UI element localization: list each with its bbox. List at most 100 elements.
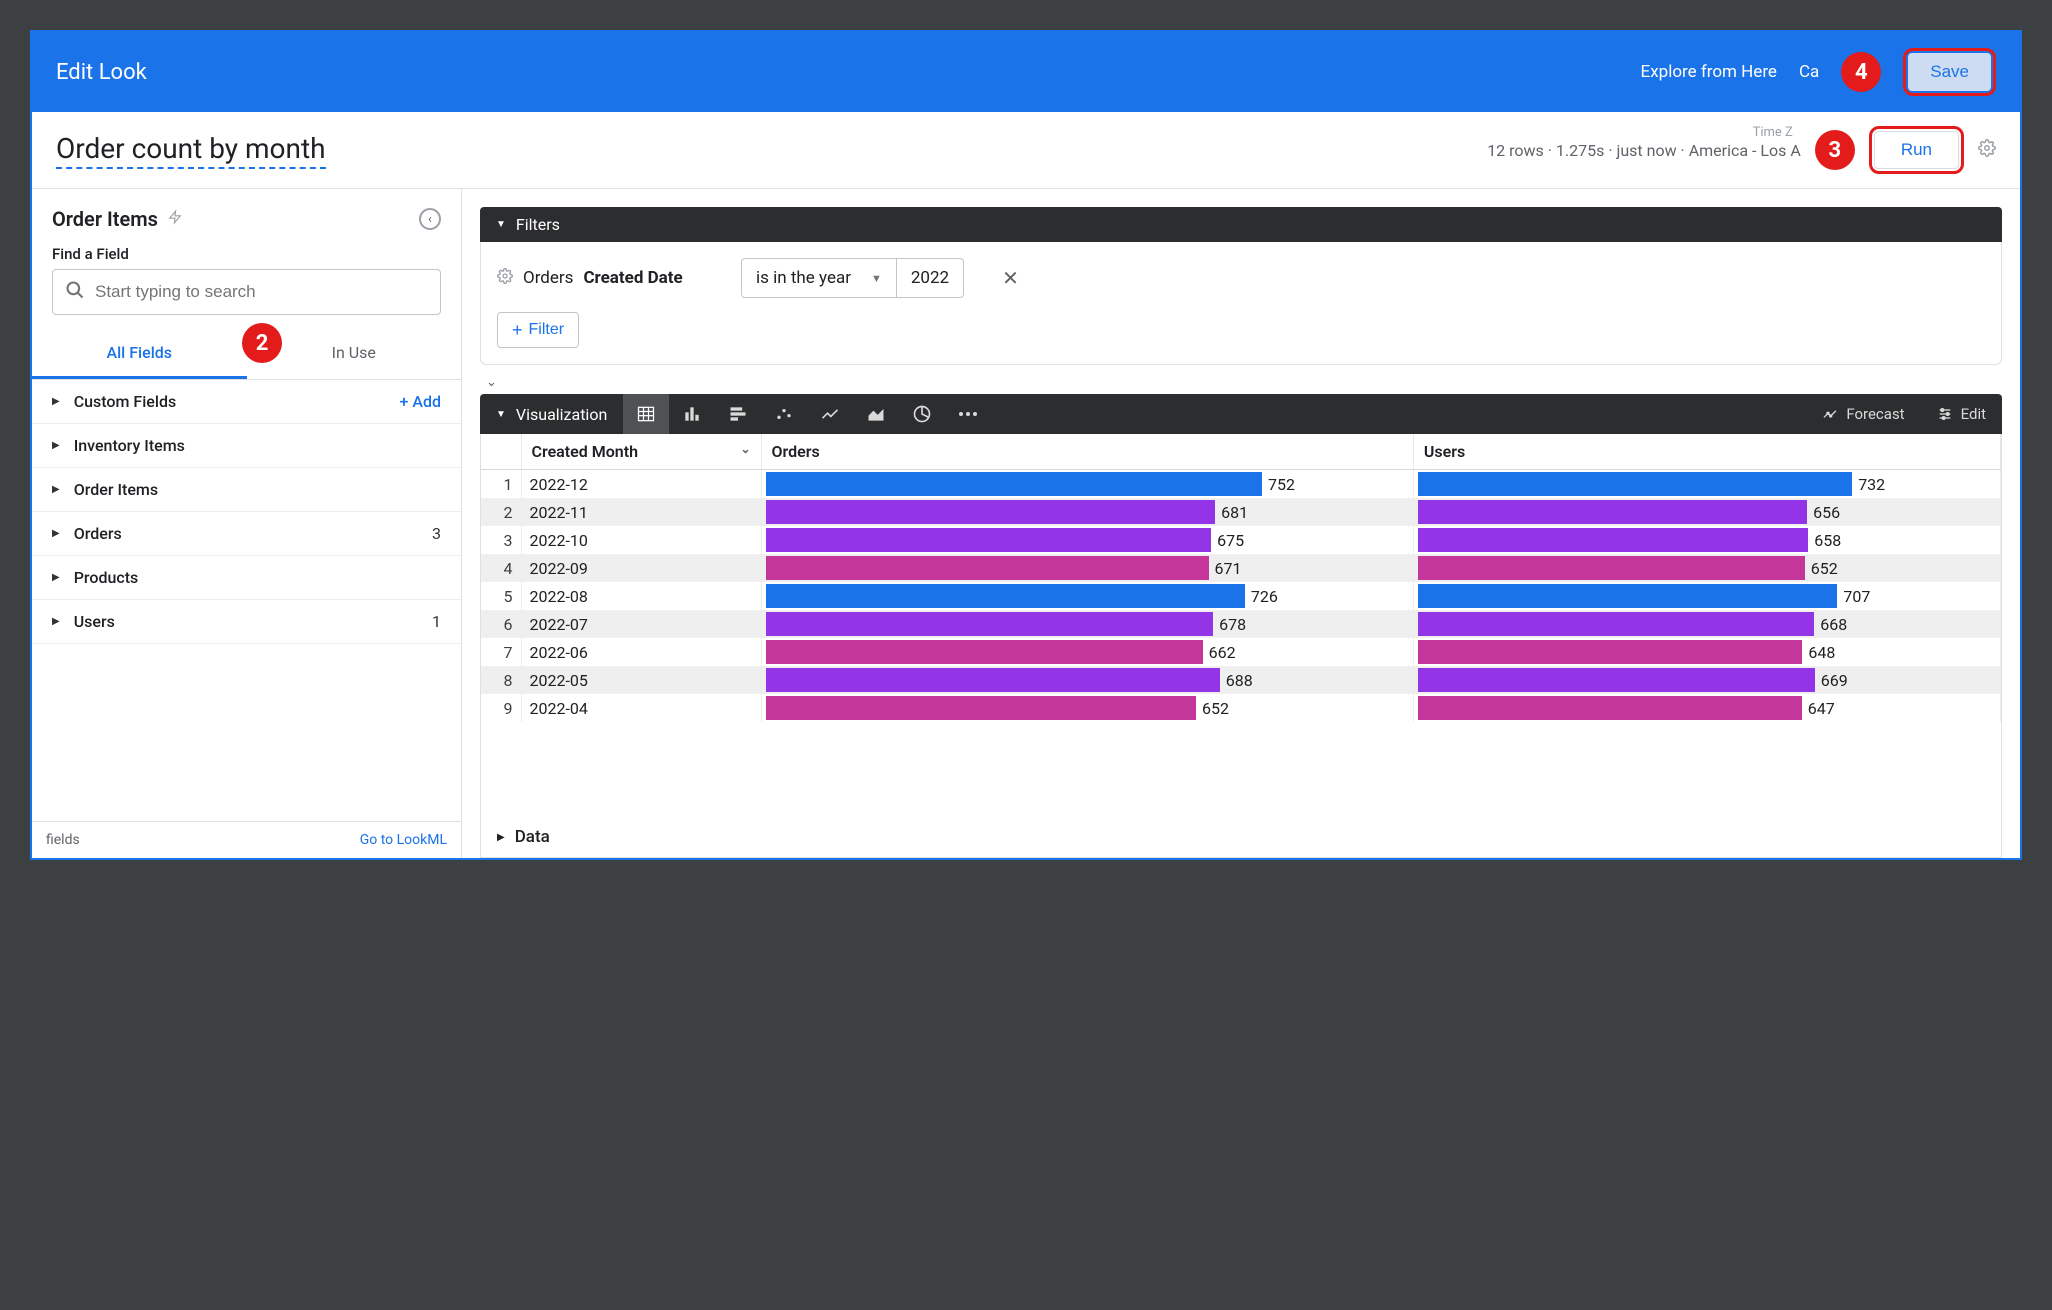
cell-orders: 688 [761, 666, 1413, 694]
field-group-row[interactable]: ▶Users1 [32, 600, 461, 644]
visualization-toggle[interactable]: ▼ Visualization [480, 395, 623, 434]
add-custom-field-link[interactable]: + Add [400, 392, 442, 411]
col-orders[interactable]: Orders [761, 434, 1413, 470]
cell-orders: 681 [761, 498, 1413, 526]
table-row: 22022-11681656 [481, 498, 2001, 526]
viz-type-scatter-icon[interactable] [761, 394, 807, 434]
run-highlight-box: Run [1869, 126, 1964, 174]
col-created-month[interactable]: Created Month⌄ [521, 434, 761, 470]
table-row: 52022-08726707 [481, 582, 2001, 610]
collapse-sidebar-button[interactable]: ‹ [419, 208, 441, 230]
search-input[interactable] [95, 282, 428, 302]
cell-orders: 726 [761, 582, 1413, 610]
gear-icon[interactable] [1978, 139, 1996, 162]
filter-operator-select[interactable]: is in the year ▼ [741, 258, 896, 298]
caret-right-icon: ▶ [52, 396, 60, 407]
run-button[interactable]: Run [1874, 131, 1959, 169]
explore-from-here-link[interactable]: Explore from Here [1641, 62, 1777, 82]
table-row: 12022-12752732 [481, 470, 2001, 499]
bar-fill [766, 472, 1263, 496]
row-number: 2 [481, 498, 521, 526]
annotation-badge-4: 4 [1841, 52, 1881, 92]
timezone-label: Time Z [1753, 125, 1793, 140]
cell-users: 669 [1413, 666, 2000, 694]
caret-down-icon: ▼ [496, 219, 506, 230]
caret-down-icon: ▼ [496, 409, 506, 420]
cell-users: 658 [1413, 526, 2000, 554]
field-group-label: Order Items [74, 480, 441, 499]
gear-icon[interactable] [497, 268, 513, 289]
caret-down-icon: ▼ [871, 272, 882, 285]
page-mode-title: Edit Look [56, 60, 147, 85]
tab-all-fields[interactable]: All Fields [32, 329, 247, 379]
filter-field-name: Created Date [583, 268, 682, 288]
viz-type-more-icon[interactable] [945, 394, 991, 434]
viz-type-line-icon[interactable] [807, 394, 853, 434]
visualization-table: Created Month⌄ Orders Users 12022-127527… [480, 434, 2002, 817]
search-icon [65, 280, 85, 304]
filter-value-input[interactable]: 2022 [896, 258, 964, 298]
field-group-row[interactable]: ▶ Order Items [32, 468, 461, 512]
field-count-badge: 1 [432, 612, 441, 631]
col-rownum [481, 434, 521, 470]
save-highlight-box: Save [1903, 48, 1996, 96]
field-count-badge: 3 [432, 524, 441, 543]
field-group-label: Inventory Items [74, 436, 441, 455]
cell-orders: 671 [761, 554, 1413, 582]
cancel-link[interactable]: Ca [1799, 62, 1819, 82]
caret-right-icon: ▶ [52, 440, 60, 451]
caret-right-icon: ▶ [52, 616, 60, 627]
edit-viz-button[interactable]: Edit [1921, 395, 2002, 433]
bar-fill [1418, 640, 1803, 664]
field-group-row[interactable]: ▶Products [32, 556, 461, 600]
bar-value: 656 [1813, 503, 1840, 522]
forecast-button[interactable]: Forecast [1806, 395, 1920, 433]
bar-fill [1418, 668, 1815, 692]
filters-panel-header[interactable]: ▼ Filters [480, 207, 2002, 242]
cell-orders: 675 [761, 526, 1413, 554]
viz-type-table-icon[interactable] [623, 394, 669, 434]
explore-name: Order Items [52, 207, 158, 231]
bar-value: 647 [1808, 699, 1835, 718]
table-row: 92022-04652647 [481, 694, 2001, 722]
bar-fill [1418, 556, 1805, 580]
cell-created-month: 2022-04 [521, 694, 761, 722]
viz-type-pie-icon[interactable] [899, 394, 945, 434]
plus-icon: + [512, 323, 523, 337]
field-group-row[interactable]: ▶Orders3 [32, 512, 461, 556]
bar-fill [1418, 500, 1807, 524]
viz-type-bar-icon[interactable] [715, 394, 761, 434]
look-title-input[interactable]: Order count by month [56, 132, 326, 169]
search-field-box[interactable] [52, 269, 441, 315]
bar-value: 648 [1808, 643, 1835, 662]
remove-filter-icon[interactable]: ✕ [1002, 266, 1019, 290]
field-group-row[interactable]: ▶ Inventory Items [32, 424, 461, 468]
viz-type-column-icon[interactable] [669, 394, 715, 434]
table-row: 32022-10675658 [481, 526, 2001, 554]
row-number: 4 [481, 554, 521, 582]
cell-users: 656 [1413, 498, 2000, 526]
bar-value: 675 [1217, 531, 1244, 550]
annotation-badge-2: 2 [242, 323, 282, 363]
field-group-label: Orders [74, 524, 432, 543]
field-group-row[interactable]: ▶Custom Fields+ Add [32, 380, 461, 424]
cell-users: 648 [1413, 638, 2000, 666]
table-row: 72022-06662648 [481, 638, 2001, 666]
viz-type-area-icon[interactable] [853, 394, 899, 434]
bar-fill [766, 528, 1212, 552]
save-button[interactable]: Save [1908, 53, 1991, 91]
add-filter-button[interactable]: + Filter [497, 312, 579, 348]
go-to-lookml-link[interactable]: Go to LookML [360, 832, 447, 848]
bar-value: 668 [1820, 615, 1847, 634]
bar-value: 678 [1219, 615, 1246, 634]
expand-icon[interactable]: ⌄ [486, 375, 2020, 390]
caret-right-icon: ▶ [52, 484, 60, 495]
data-panel-header[interactable]: ▶ Data [480, 817, 2002, 858]
cell-users: 707 [1413, 582, 2000, 610]
title-row: Order count by month Time Z 12 rows · 1.… [32, 112, 2020, 189]
bar-fill [1418, 472, 1852, 496]
col-users[interactable]: Users [1413, 434, 2000, 470]
find-field-label: Find a Field [32, 241, 461, 269]
annotation-badge-3: 3 [1815, 130, 1855, 170]
cell-users: 668 [1413, 610, 2000, 638]
